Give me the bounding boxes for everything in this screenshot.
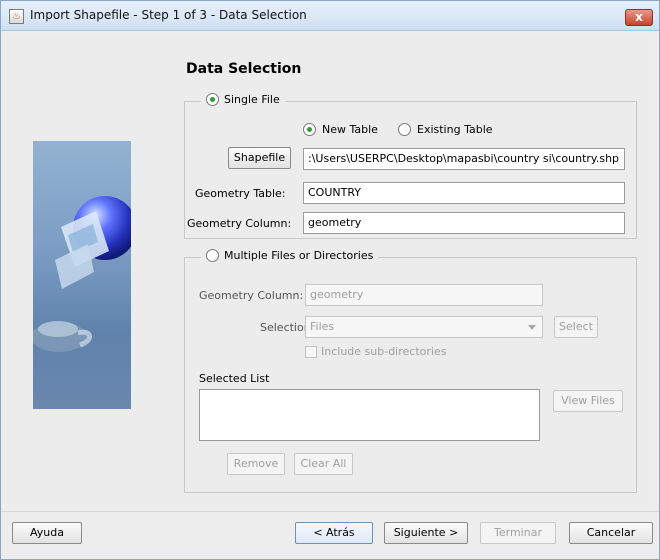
selected-list-box[interactable] — [199, 389, 540, 441]
existing-table-option[interactable]: Existing Table — [398, 123, 493, 136]
window-title: Import Shapefile - Step 1 of 3 - Data Se… — [30, 8, 307, 22]
include-subdirectories-option[interactable]: Include sub-directories — [305, 345, 446, 358]
select-button[interactable]: Select — [554, 316, 598, 338]
multi-geometry-column-label: Geometry Column: — [199, 289, 304, 302]
geometry-column-input[interactable]: geometry — [303, 212, 625, 234]
dialog-content: Data Selection Single File New Table Exi… — [9, 37, 651, 507]
chevron-down-icon[interactable] — [528, 325, 536, 330]
new-table-label: New Table — [322, 123, 378, 136]
view-files-button[interactable]: View Files — [553, 390, 623, 412]
shapefile-button[interactable]: Shapefile — [228, 147, 291, 169]
help-button-label: Ayuda — [30, 526, 64, 539]
titlebar: ♨ Import Shapefile - Step 1 of 3 - Data … — [1, 1, 659, 31]
finish-button[interactable]: Terminar — [480, 522, 556, 544]
single-file-panel: Single File New Table Existing Table Sha… — [184, 93, 637, 239]
existing-table-radio[interactable] — [398, 123, 411, 136]
remove-button[interactable]: Remove — [227, 453, 285, 475]
include-subdirectories-checkbox[interactable] — [305, 345, 317, 358]
shapefile-path-input[interactable]: :\Users\USERPC\Desktop\mapasbi\country s… — [303, 148, 625, 170]
selection-value: Files — [310, 320, 335, 333]
geometry-table-input[interactable]: COUNTRY — [303, 182, 625, 204]
java-icon: ♨ — [9, 9, 24, 24]
cancel-button[interactable]: Cancelar — [569, 522, 653, 544]
back-button[interactable]: < Atrás — [295, 522, 373, 544]
geometry-table-label: Geometry Table: — [195, 187, 286, 200]
multiple-files-legend[interactable]: Multiple Files or Directories — [201, 249, 379, 262]
selection-dropdown[interactable]: Files — [305, 316, 543, 338]
clear-all-button[interactable]: Clear All — [294, 453, 353, 475]
cancel-button-label: Cancelar — [586, 526, 636, 539]
import-shapefile-dialog: ♨ Import Shapefile - Step 1 of 3 - Data … — [0, 0, 660, 560]
geometry-column-label: Geometry Column: — [187, 217, 292, 230]
wizard-graphic — [33, 196, 131, 352]
footer-divider — [1, 511, 659, 512]
multiple-files-panel: Multiple Files or Directories Geometry C… — [184, 249, 637, 493]
existing-table-label: Existing Table — [417, 123, 493, 136]
multiple-files-label: Multiple Files or Directories — [224, 249, 374, 262]
single-file-label: Single File — [224, 93, 280, 106]
multiple-files-radio[interactable] — [206, 249, 219, 262]
help-button[interactable]: Ayuda — [12, 522, 82, 544]
single-file-radio[interactable] — [206, 93, 219, 106]
next-button-label: Siguiente > — [393, 526, 459, 539]
include-subdirectories-label: Include sub-directories — [321, 345, 447, 358]
next-button[interactable]: Siguiente > — [384, 522, 468, 544]
page-title: Data Selection — [186, 61, 302, 77]
finish-button-label: Terminar — [494, 526, 542, 539]
back-button-label: < Atrás — [313, 526, 355, 539]
new-table-radio[interactable] — [303, 123, 316, 136]
close-button[interactable]: x — [625, 9, 653, 26]
multi-geometry-column-input[interactable]: geometry — [305, 284, 543, 306]
new-table-option[interactable]: New Table — [303, 123, 378, 136]
wizard-illustration — [33, 141, 131, 409]
selected-list-label: Selected List — [199, 372, 270, 385]
single-file-legend[interactable]: Single File — [201, 93, 285, 106]
